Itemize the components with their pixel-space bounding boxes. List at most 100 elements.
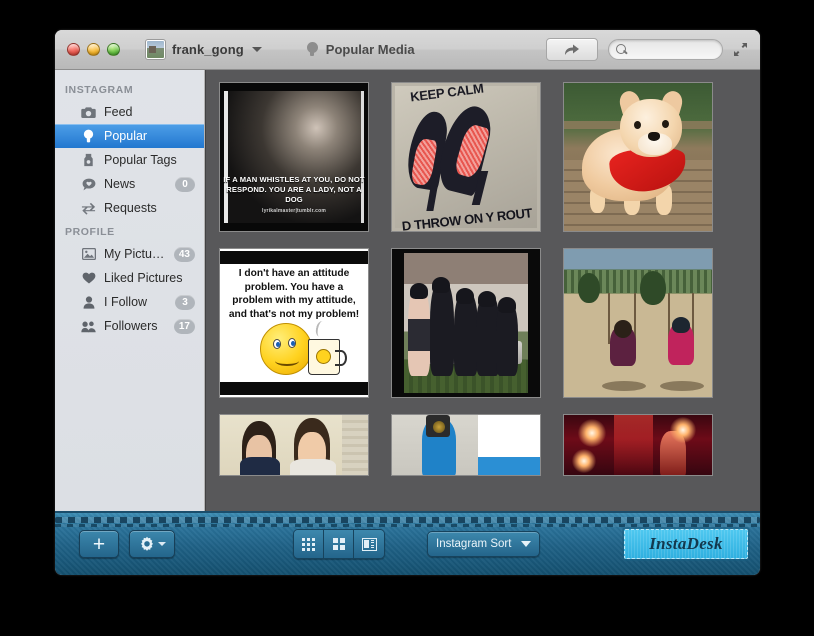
avatar — [145, 39, 166, 60]
search-input[interactable] — [631, 43, 719, 56]
sidebar-item-liked-pictures[interactable]: Liked Pictures — [55, 266, 204, 290]
sort-dropdown[interactable]: Instagram Sort — [427, 531, 541, 557]
sidebar-item-i-follow[interactable]: I Follow 3 — [55, 290, 204, 314]
tile-shape — [578, 272, 600, 303]
view-mode-list[interactable] — [354, 530, 384, 558]
sidebar-item-requests[interactable]: Requests — [55, 196, 204, 220]
tile-shape — [634, 121, 641, 129]
media-grid[interactable]: IF A MAN WHISTLES AT YOU, DO NOT RESPOND… — [205, 70, 760, 511]
sidebar-item-popular-tags[interactable]: Popular Tags — [55, 148, 204, 172]
sidebar-item-label: Popular Tags — [104, 153, 177, 167]
sidebar-item-my-pictures[interactable]: My Pictu… 43 — [55, 242, 204, 266]
status-badge: 3 — [175, 294, 195, 310]
add-button[interactable]: + — [79, 530, 119, 558]
media-tile-friends-bench[interactable] — [391, 248, 541, 398]
sidebar-item-label: Requests — [104, 201, 157, 215]
status-badge: 43 — [173, 246, 195, 262]
picture-icon — [81, 247, 96, 262]
heart-icon — [81, 271, 96, 286]
app-logo[interactable]: InstaDesk — [624, 529, 748, 559]
list-icon — [361, 537, 377, 551]
sort-dropdown-label: Instagram Sort — [436, 538, 512, 550]
media-tile-mirror-selfie[interactable] — [391, 414, 541, 476]
close-button[interactable] — [67, 43, 80, 56]
person-icon — [81, 295, 96, 310]
bottom-toolbar: + Instagram Sort InstaDesk — [55, 511, 760, 575]
sidebar-item-popular[interactable]: Popular — [55, 124, 204, 148]
lightbulb-icon — [306, 42, 318, 57]
view-mode-large-grid[interactable] — [324, 530, 354, 558]
media-tile-shiba-puppy[interactable] — [563, 82, 713, 232]
view-mode-segmented-control[interactable] — [293, 529, 385, 559]
share-arrow-icon — [565, 44, 579, 55]
media-tile-red-stage-lights[interactable] — [563, 414, 713, 476]
instadesk-window: frank_gong Popular Media INSTAGRAM Feed … — [55, 30, 760, 575]
sidebar-section-instagram: INSTAGRAM — [65, 84, 134, 96]
zoom-button[interactable] — [107, 43, 120, 56]
tile-shape — [614, 320, 632, 339]
media-tile-quote-whistles[interactable]: IF A MAN WHISTLES AT YOU, DO NOT RESPOND… — [219, 82, 369, 232]
speech-bubble-heart-icon — [81, 177, 96, 192]
tile-shape — [648, 132, 660, 141]
tile-shape — [614, 415, 653, 475]
sidebar-section-profile: PROFILE — [65, 226, 115, 238]
gear-icon — [140, 536, 153, 551]
tile-shape — [640, 271, 666, 306]
media-tile-two-young-men[interactable] — [219, 414, 369, 476]
tile-source: lyrikalmaster|tumblr.com — [261, 208, 326, 214]
grid-small-icon — [302, 537, 315, 551]
tile-shape — [662, 120, 669, 128]
sidebar-item-label: Popular — [104, 129, 148, 143]
sidebar-item-news[interactable]: News 0 — [55, 172, 204, 196]
chevron-down-icon — [251, 47, 262, 52]
tile-shape — [477, 415, 540, 457]
share-button[interactable] — [546, 38, 598, 61]
minimize-button[interactable] — [87, 43, 100, 56]
tile-shape — [260, 323, 312, 375]
fullscreen-arrows-icon[interactable] — [733, 42, 748, 57]
tile-decor — [220, 251, 368, 264]
app-logo-text: InstaDesk — [649, 534, 723, 553]
media-tile-keep-calm-heels[interactable]: KEEP CALM D THROW ON Y ROUT — [391, 82, 541, 232]
sidebar-divider — [205, 70, 206, 511]
search-icon — [616, 43, 628, 56]
title-bar: frank_gong Popular Media — [55, 30, 760, 70]
sidebar-item-followers[interactable]: Followers 17 — [55, 314, 204, 338]
tile-decor — [220, 382, 368, 395]
plus-icon: + — [92, 532, 106, 556]
sidebar-item-label: Feed — [104, 105, 133, 119]
titlebar-right-tools — [546, 38, 760, 61]
view-mode-small-grid[interactable] — [294, 530, 324, 558]
sidebar-item-label: Followers — [104, 319, 158, 333]
sidebar-item-label: My Pictu… — [104, 247, 165, 261]
settings-button[interactable] — [129, 530, 175, 558]
tile-shape — [240, 457, 280, 475]
camera-icon — [81, 105, 96, 120]
sidebar-item-label: Liked Pictures — [104, 271, 183, 285]
window-controls — [67, 43, 120, 56]
window-body: INSTAGRAM Feed Popular Popular Tags News… — [55, 70, 760, 511]
tile-shape — [660, 381, 704, 391]
tile-shape — [496, 297, 518, 377]
lightbulb-icon — [81, 129, 96, 144]
media-tile-attitude-quote[interactable]: I don't have an attitude problem. You ha… — [219, 248, 369, 398]
search-field[interactable] — [608, 39, 723, 60]
chevron-down-icon — [521, 541, 532, 547]
tile-shape — [454, 288, 478, 377]
document-title-group: Popular Media — [306, 42, 415, 57]
status-badge: 0 — [175, 176, 195, 192]
account-menu[interactable]: frank_gong — [145, 39, 262, 60]
sidebar-item-label: I Follow — [104, 295, 148, 309]
sidebar-item-label: News — [104, 177, 136, 191]
tile-caption: I don't have an attitude problem. You ha… — [228, 268, 360, 320]
sidebar-item-feed[interactable]: Feed — [55, 100, 204, 124]
tile-shape — [408, 282, 430, 377]
media-tile-girls-swings[interactable] — [563, 248, 713, 398]
tile-shape — [308, 339, 347, 375]
status-badge: 17 — [173, 318, 195, 334]
people-icon — [81, 319, 96, 334]
tile-shape — [314, 320, 328, 338]
stitch-decor — [55, 524, 760, 527]
arrows-exchange-icon — [81, 201, 96, 216]
page-title: Popular Media — [325, 42, 415, 57]
